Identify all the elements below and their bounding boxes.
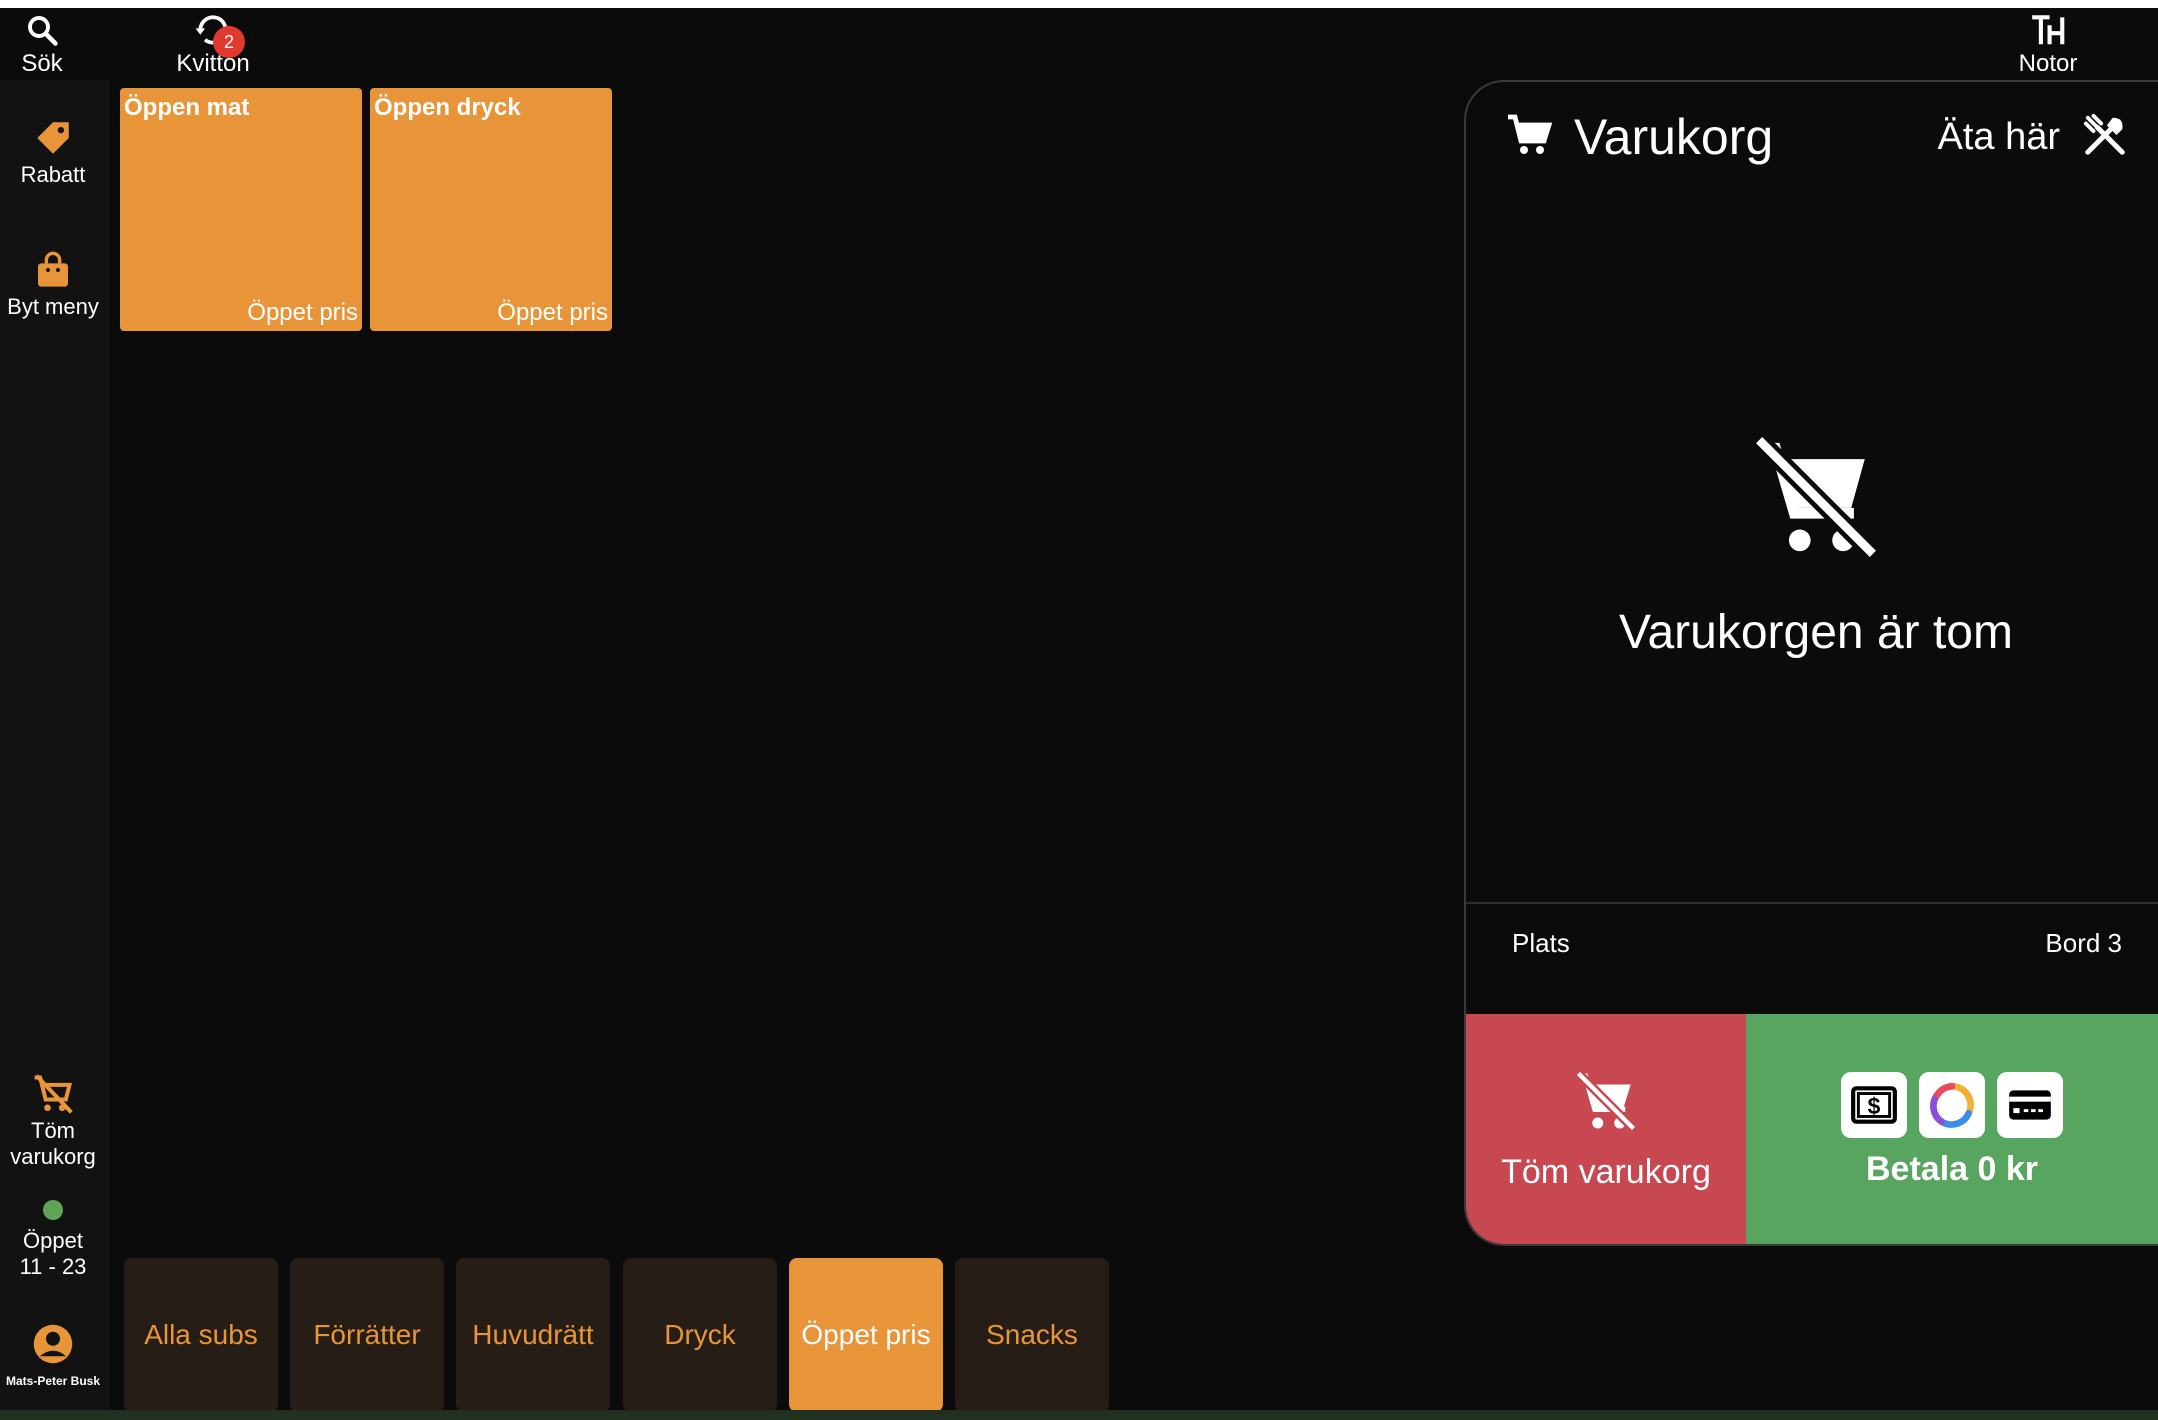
category-tab-dryck[interactable]: Dryck <box>623 1258 777 1412</box>
dine-in-toggle[interactable]: Äta här <box>1937 104 2128 170</box>
payment-methods: $ <box>1841 1071 2063 1138</box>
product-price: Öppet pris <box>497 299 608 326</box>
bottom-strip <box>0 1410 2158 1420</box>
cash-icon: $ <box>1841 1071 1907 1138</box>
empty-cart-state: Varukorgen är tom <box>1466 432 2158 660</box>
cart-off-large-icon <box>1751 432 1881 567</box>
cart-off-icon <box>1573 1068 1639 1139</box>
category-tab-forratter[interactable]: Förrätter <box>290 1258 444 1412</box>
cutlery-icon <box>2082 112 2128 163</box>
category-tab-huvudratt[interactable]: Huvudrätt <box>456 1258 610 1412</box>
product-price: Öppet pris <box>247 299 358 326</box>
product-name: Öppen mat <box>124 94 250 121</box>
category-tab-oppet-pris[interactable]: Öppet pris <box>789 1258 943 1412</box>
open-status: Öppet 11 - 23 <box>0 1200 106 1280</box>
account-icon <box>29 1320 77 1368</box>
cart-off-icon <box>29 1070 77 1118</box>
search-button[interactable]: Sök <box>12 8 72 80</box>
category-tab-alla-subs[interactable]: Alla subs <box>124 1258 278 1412</box>
cart-panel: Varukorg Äta här Varukorgen är tom Plats… <box>1464 80 2158 1246</box>
change-menu-button[interactable]: Byt meny <box>0 246 106 320</box>
svg-text:$: $ <box>1868 1092 1881 1118</box>
swish-icon <box>1919 1071 1985 1138</box>
place-label: Plats <box>1512 928 1570 958</box>
search-label: Sök <box>21 50 63 77</box>
pay-button[interactable]: $ Betala 0 kr <box>1746 1014 2158 1244</box>
logo-th-icon <box>2026 8 2070 52</box>
sidebar-empty-cart-label: Töm varukorg <box>10 1118 96 1169</box>
shopping-bag-icon <box>29 246 77 294</box>
discount-label: Rabatt <box>20 162 86 187</box>
receipts-label: Kvitton <box>176 50 250 77</box>
place-row[interactable]: Plats Bord 3 <box>1466 902 2158 1012</box>
discount-button[interactable]: Rabatt <box>0 114 106 188</box>
user-name: Mats-Peter Busk <box>5 1374 101 1388</box>
status-dot <box>43 1200 63 1220</box>
product-name: Öppen dryck <box>374 94 521 121</box>
user-button[interactable]: Mats-Peter Busk <box>0 1320 106 1388</box>
change-menu-label: Byt meny <box>7 294 99 319</box>
category-tab-snacks[interactable]: Snacks <box>955 1258 1109 1412</box>
notes-button[interactable]: Notor <box>2008 8 2088 80</box>
empty-cart-button-label: Töm varukorg <box>1501 1153 1711 1191</box>
empty-cart-message: Varukorgen är tom <box>1619 606 2013 659</box>
left-sidebar: Rabatt Byt meny Töm varukorg Öppet 11 - … <box>0 80 110 1420</box>
pay-button-label: Betala 0 kr <box>1866 1149 2038 1188</box>
receipts-badge: 2 <box>213 26 245 58</box>
cart-header: Varukorg <box>1506 104 1773 170</box>
dine-in-label: Äta här <box>1937 115 2060 158</box>
empty-cart-button[interactable]: Töm varukorg <box>1466 1014 1746 1244</box>
product-tile[interactable]: Öppen mat Öppet pris <box>120 88 362 331</box>
open-hours: 11 - 23 <box>19 1254 87 1279</box>
place-value: Bord 3 <box>2045 928 2122 958</box>
cart-icon <box>1506 111 1554 164</box>
cart-title: Varukorg <box>1574 109 1774 165</box>
receipts-button[interactable]: 2 Kvitton <box>168 8 258 80</box>
top-bar: Sök 2 Kvitton Notor <box>0 8 2158 80</box>
open-status-label: Öppet <box>23 1228 83 1253</box>
search-icon <box>20 8 64 52</box>
refresh-icon: 2 <box>191 8 245 58</box>
sidebar-empty-cart-button[interactable]: Töm varukorg <box>0 1070 106 1170</box>
product-tile[interactable]: Öppen dryck Öppet pris <box>370 88 612 331</box>
window-top-strip <box>0 0 2158 8</box>
notes-label: Notor <box>2018 50 2078 77</box>
tag-icon <box>29 114 77 162</box>
card-icon <box>1997 1071 2063 1138</box>
